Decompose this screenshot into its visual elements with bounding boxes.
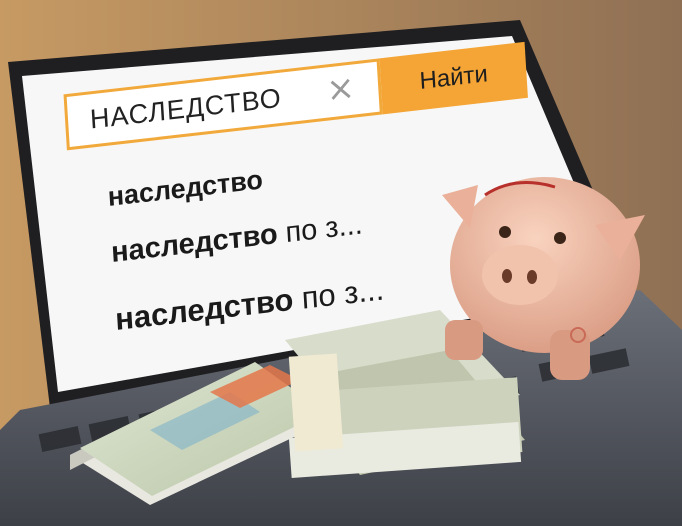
suggestion-bold: наследство <box>114 281 295 337</box>
search-button[interactable]: Найти <box>379 41 528 115</box>
suggestion-item[interactable]: наследство по з... <box>114 271 385 338</box>
suggestion-rest: по з... <box>292 271 385 317</box>
suggestion-rest: по з... <box>276 208 364 251</box>
suggestion-item[interactable]: наследство по з... <box>110 208 363 270</box>
suggestion-bold: наследство <box>106 164 264 213</box>
search-screen: НАСЛЕДСТВО × Найти наследство наследство… <box>30 11 565 370</box>
suggestion-item[interactable]: наследство <box>107 164 264 213</box>
photo-scene: НАСЛЕДСТВО × Найти наследство наследство… <box>0 0 682 526</box>
search-query-text: НАСЛЕДСТВО <box>89 82 283 135</box>
suggestion-bold: наследство <box>110 218 279 269</box>
clear-icon[interactable]: × <box>325 67 356 110</box>
search-input[interactable]: НАСЛЕДСТВО × <box>63 58 383 151</box>
